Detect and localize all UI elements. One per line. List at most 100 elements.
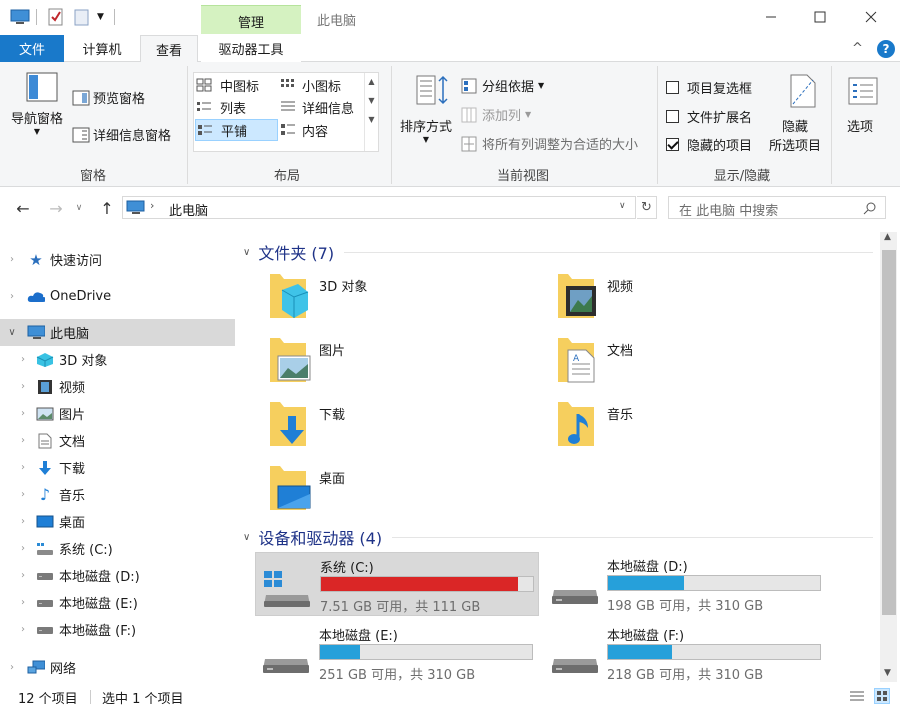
scroll-down-icon[interactable]: ▼	[884, 668, 891, 678]
sidebar-item-desktop[interactable]: › 桌面	[0, 508, 235, 535]
group-by-button[interactable]: 分组依据 ▼	[461, 76, 544, 95]
layout-gallery-scroller[interactable]: ▲ ▼ ▼	[364, 73, 378, 151]
breadcrumb-chevron-icon: ›	[150, 199, 155, 212]
tab-view[interactable]: 查看	[140, 35, 198, 63]
expand-chevron-icon[interactable]: ›	[18, 543, 28, 554]
folder-tile-music[interactable]: 音乐	[552, 396, 834, 458]
drive-tile-d[interactable]: 本地磁盘 (D:) 198 GB 可用，共 310 GB	[544, 552, 828, 616]
hidden-items-option[interactable]: 隐藏的项目	[666, 135, 752, 154]
qat-dropdown-icon[interactable]: ▼	[97, 12, 109, 30]
minimize-icon	[766, 16, 776, 17]
hide-selected-button[interactable]: 隐藏 所选项目	[766, 74, 824, 154]
search-box[interactable]: 在 此电脑 中搜索	[668, 196, 886, 219]
folder-tile-3d-objects[interactable]: 3D 对象	[264, 268, 546, 330]
expand-chevron-icon[interactable]: ›	[18, 381, 28, 392]
drive-tile-f[interactable]: 本地磁盘 (F:) 218 GB 可用，共 310 GB	[544, 621, 828, 685]
folders-group-header[interactable]: ∨ 文件夹 (7)	[243, 240, 873, 264]
layout-medium-icons[interactable]: 中图标	[196, 75, 276, 95]
hidden-items-checkbox[interactable]	[666, 138, 679, 151]
forward-button[interactable]: →	[45, 198, 67, 218]
up-button[interactable]: ↑	[96, 198, 118, 218]
minimize-button[interactable]	[748, 0, 794, 33]
file-extensions-option[interactable]: 文件扩展名	[666, 107, 752, 126]
folder-tile-pictures[interactable]: 图片	[264, 332, 546, 394]
layout-small-icons[interactable]: 小图标	[280, 75, 364, 95]
add-columns-button[interactable]: 添加列 ▼	[461, 105, 531, 124]
tab-file[interactable]: 文件	[0, 35, 64, 62]
file-extensions-checkbox[interactable]	[666, 110, 679, 123]
sidebar-item-drive-e[interactable]: › 本地磁盘 (E:)	[0, 589, 235, 616]
expand-chevron-icon[interactable]: ›	[7, 254, 17, 265]
maximize-button[interactable]	[797, 0, 843, 33]
collapse-chevron-icon[interactable]: ∨	[7, 327, 17, 338]
medium-icons-icon	[196, 78, 212, 92]
sidebar-item-quick-access[interactable]: › ★ 快速访问	[0, 246, 235, 273]
address-path[interactable]: 此电脑	[169, 200, 208, 219]
fit-columns-button[interactable]: 将所有列调整为合适的大小	[461, 134, 638, 153]
computer-icon[interactable]	[10, 8, 30, 26]
sidebar-item-drive-c[interactable]: › 系统 (C:)	[0, 535, 235, 562]
refresh-button[interactable]: ↻	[637, 196, 657, 219]
expand-chevron-icon[interactable]: ›	[7, 291, 17, 302]
drives-group-header[interactable]: ∨ 设备和驱动器 (4)	[243, 525, 873, 549]
collapse-ribbon-icon[interactable]: ^	[852, 41, 863, 56]
expand-chevron-icon[interactable]: ›	[18, 354, 28, 365]
tab-computer[interactable]: 计算机	[70, 35, 134, 62]
folder-label: 音乐	[607, 408, 634, 423]
expand-chevron-icon[interactable]: ›	[18, 408, 28, 419]
chevron-down-icon: ∨	[75, 203, 83, 213]
folder-tile-documents[interactable]: A 文档	[552, 332, 834, 394]
details-pane-button[interactable]: 详细信息窗格	[72, 125, 171, 144]
scroll-up-icon[interactable]: ▲	[884, 232, 891, 242]
sort-by-button[interactable]: 排序方式 ▼	[396, 74, 456, 144]
recent-locations-button[interactable]: ∨	[68, 198, 90, 218]
search-input[interactable]: 在 此电脑 中搜索	[679, 200, 778, 219]
expand-chevron-icon[interactable]: ›	[18, 462, 28, 473]
preview-pane-button[interactable]: 预览窗格	[72, 88, 145, 107]
drive-tile-c[interactable]: 系统 (C:) 7.51 GB 可用，共 111 GB	[255, 552, 539, 616]
expand-chevron-icon[interactable]: ›	[18, 435, 28, 446]
expand-chevron-icon[interactable]: ›	[18, 597, 28, 608]
search-icon[interactable]	[863, 201, 877, 215]
sidebar-item-network[interactable]: › 网络	[0, 654, 235, 681]
item-checkboxes-checkbox[interactable]	[666, 81, 679, 94]
sidebar-item-pictures[interactable]: › 图片	[0, 400, 235, 427]
close-button[interactable]	[848, 0, 894, 33]
help-icon[interactable]: ?	[877, 40, 895, 58]
new-folder-icon[interactable]	[74, 8, 90, 26]
scrollbar-thumb[interactable]	[882, 250, 896, 615]
details-view-icon[interactable]	[849, 689, 865, 703]
panes-group-label: 窗格	[79, 169, 106, 184]
sidebar-item-music[interactable]: › ♪ 音乐	[0, 481, 235, 508]
folder-tile-videos[interactable]: 视频	[552, 268, 834, 330]
sidebar-item-3d-objects[interactable]: › 3D 对象	[0, 346, 235, 373]
layout-list[interactable]: 列表	[196, 97, 276, 117]
properties-icon[interactable]	[48, 8, 64, 26]
sidebar-item-drive-d[interactable]: › 本地磁盘 (D:)	[0, 562, 235, 589]
expand-chevron-icon[interactable]: ›	[18, 624, 28, 635]
item-checkboxes-option[interactable]: 项目复选框	[666, 78, 752, 97]
expand-chevron-icon[interactable]: ›	[18, 570, 28, 581]
sidebar-item-onedrive[interactable]: › OneDrive	[0, 283, 235, 310]
tab-drive-tools[interactable]: 驱动器工具	[201, 35, 301, 62]
sidebar-item-this-pc[interactable]: ∨ 此电脑	[0, 319, 235, 346]
expand-chevron-icon[interactable]: ›	[18, 516, 28, 527]
sidebar-item-videos[interactable]: › 视频	[0, 373, 235, 400]
folder-tile-desktop[interactable]: 桌面	[264, 460, 546, 522]
sidebar-item-downloads[interactable]: › 下载	[0, 454, 235, 481]
sidebar-item-drive-f[interactable]: › 本地磁盘 (F:)	[0, 616, 235, 643]
address-bar[interactable]: › 此电脑 ∨	[122, 196, 636, 219]
expand-chevron-icon[interactable]: ›	[7, 662, 17, 673]
back-button[interactable]: ←	[12, 198, 34, 218]
expand-chevron-icon[interactable]: ›	[18, 489, 28, 500]
folder-tile-downloads[interactable]: 下载	[264, 396, 546, 458]
nav-pane-button[interactable]: 导航窗格 ▼	[8, 72, 66, 152]
options-button[interactable]: 选项	[838, 76, 882, 135]
address-dropdown-icon[interactable]: ∨	[619, 201, 626, 211]
layout-tiles[interactable]: 平铺	[195, 119, 278, 141]
drive-tile-e[interactable]: 本地磁盘 (E:) 251 GB 可用，共 310 GB	[255, 621, 539, 685]
layout-content[interactable]: 内容	[280, 120, 364, 140]
sidebar-item-documents[interactable]: › 文档	[0, 427, 235, 454]
layout-details[interactable]: 详细信息	[280, 97, 364, 117]
large-icons-view-icon[interactable]	[874, 688, 890, 704]
